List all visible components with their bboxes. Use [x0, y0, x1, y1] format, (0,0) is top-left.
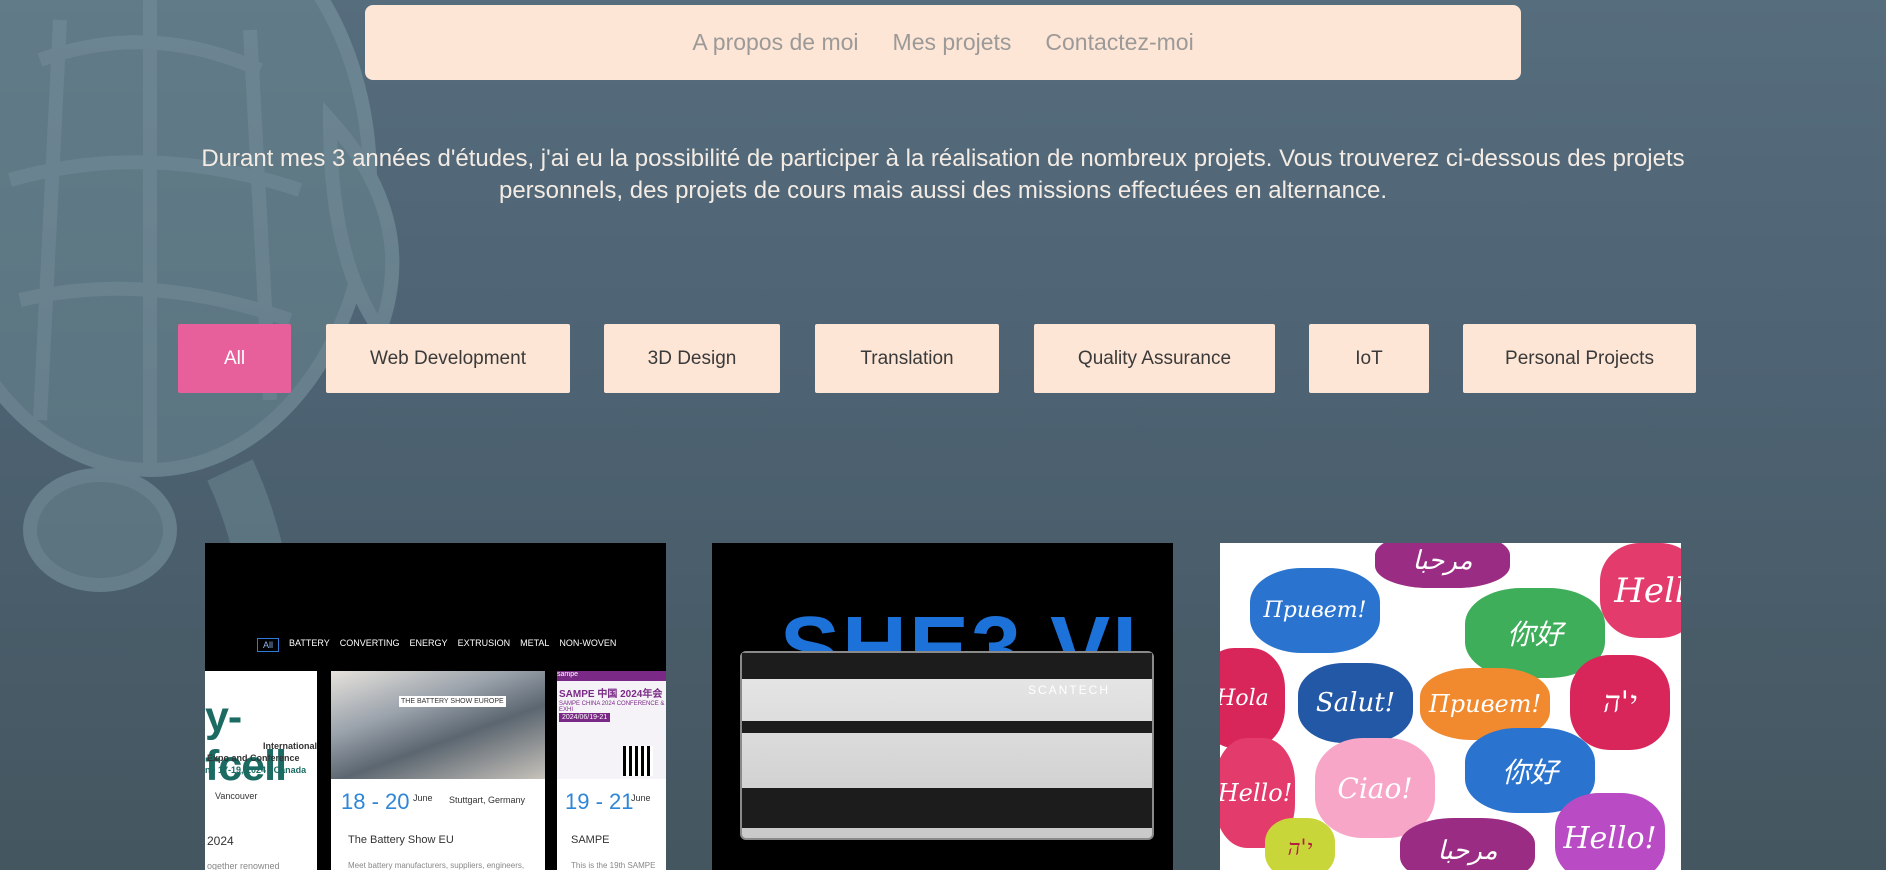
mini-text: 2024/06/19-21: [559, 713, 611, 722]
mini-location: Vancouver: [215, 791, 258, 801]
filter-web-development-button[interactable]: Web Development: [326, 324, 570, 393]
mini-text: June: [631, 793, 651, 803]
mini-tab: ENERGY: [409, 638, 448, 648]
machine-band: [742, 721, 1152, 733]
mini-text: ne 17-19, 2024 | Canada: [205, 765, 307, 775]
project-card-3d-scanner[interactable]: SHE3 VI SCANTECH: [712, 543, 1173, 870]
filter-personal-projects-button[interactable]: Personal Projects: [1463, 324, 1696, 393]
mini-tab: All: [257, 638, 280, 652]
machine-band: [742, 788, 1152, 828]
speech-bubble: Hello!: [1555, 793, 1665, 870]
nav-link-projects[interactable]: Mes projets: [893, 29, 1012, 56]
mini-text: International: [263, 741, 318, 751]
mini-tab: BATTERY: [289, 638, 330, 648]
nav-link-contact[interactable]: Contactez-moi: [1045, 29, 1193, 56]
machine-brand-label: SCANTECH: [1027, 683, 1110, 697]
filter-translation-button[interactable]: Translation: [815, 324, 999, 393]
mini-tab: CONVERTING: [339, 638, 400, 648]
mini-text: THE BATTERY SHOW EUROPE: [399, 696, 506, 707]
intro-line-2: personnels, des projets de cours mais au…: [498, 177, 1388, 204]
mini-event-card: THE BATTERY SHOW EUROPE 18 - 20 June Stu…: [331, 671, 545, 870]
filter-all-button[interactable]: All: [178, 324, 291, 393]
mini-date: 19 - 21: [565, 789, 634, 814]
event-poster: sampe SAMPE 中国 2024年会 SAMPE CHINA 2024 C…: [557, 671, 666, 779]
speech-bubble: Hola: [1220, 648, 1285, 748]
scanner-machine-image: SCANTECH: [740, 651, 1154, 840]
mini-text: June: [413, 793, 433, 803]
intro-line-1: Durant mes 3 années d'études, j'ai eu la…: [201, 145, 1685, 172]
mini-tab: EXTRUSION: [457, 638, 511, 648]
filter-iot-button[interactable]: IoT: [1309, 324, 1429, 393]
mini-text: 2024: [207, 834, 234, 848]
speech-bubble: י'ה: [1570, 655, 1670, 750]
mini-tab: NON-WOVEN: [559, 638, 617, 648]
project-card-translation[interactable]: مرحبا Привет! 你好 Hell Hola Salut! Привет…: [1220, 543, 1681, 870]
qr-code-icon: [623, 746, 653, 776]
mini-tab: METAL: [520, 638, 550, 648]
filter-quality-assurance-button[interactable]: Quality Assurance: [1034, 324, 1275, 393]
mini-event-card: sampe SAMPE 中国 2024年会 SAMPE CHINA 2024 C…: [557, 671, 666, 870]
mini-text: SAMPE 中国 2024年会: [559, 689, 663, 700]
speech-bubble: Привет!: [1250, 568, 1380, 653]
mini-text: Expo and Conference: [207, 753, 300, 763]
mini-text: This is the 19th SAMPE China: [571, 861, 656, 870]
mini-text: Meet battery manufacturers, suppliers, e…: [348, 861, 525, 870]
top-navbar: A propos de moi Mes projets Contactez-mo…: [365, 5, 1521, 80]
machine-band: [742, 653, 1152, 679]
speech-bubble: י'ה: [1265, 818, 1335, 870]
intro-paragraph: Durant mes 3 années d'études, j'ai eu la…: [150, 143, 1736, 207]
mini-date: 18 - 20: [341, 789, 410, 814]
mini-location: Stuttgart, Germany: [449, 795, 526, 805]
speech-bubble: Salut!: [1298, 663, 1413, 743]
project-card-events-website[interactable]: All BATTERY CONVERTING ENERGY EXTRUSION …: [205, 543, 666, 870]
mini-title: SAMPE: [571, 834, 610, 846]
event-photo: THE BATTERY SHOW EUROPE: [331, 671, 545, 779]
speech-bubble: مرحبا: [1400, 818, 1535, 870]
speech-bubble: Ciao!: [1315, 738, 1435, 838]
mini-event-card: y-fcell International Expo and Conferenc…: [205, 671, 317, 870]
nav-link-about[interactable]: A propos de moi: [692, 29, 858, 56]
mini-title: The Battery Show EU: [348, 834, 454, 846]
speech-bubble: مرحبا: [1375, 543, 1510, 588]
mini-text: ogether renowned: [207, 861, 280, 870]
speech-bubble: Hell: [1600, 543, 1681, 638]
mini-text: sampe: [557, 671, 666, 681]
filter-3d-design-button[interactable]: 3D Design: [604, 324, 780, 393]
mini-text: SAMPE CHINA 2024 CONFERENCE & EXHI: [559, 701, 665, 713]
mini-filter-tabs: All BATTERY CONVERTING ENERGY EXTRUSION …: [257, 638, 616, 652]
